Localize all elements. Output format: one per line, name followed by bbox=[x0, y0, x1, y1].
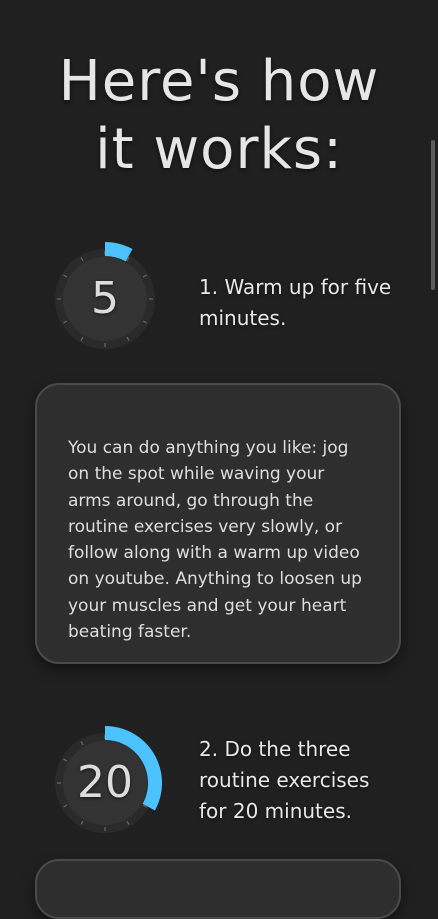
step-description-card: You can do anything you like: jog on the… bbox=[35, 383, 401, 664]
timer-dial-twenty-minutes: 20 bbox=[50, 726, 162, 838]
timer-dial-five-minutes: 5 bbox=[50, 242, 160, 354]
step-description-card bbox=[35, 859, 401, 919]
step-title: 1. Warm up for five minutes. bbox=[199, 275, 392, 330]
scrollbar-thumb[interactable] bbox=[431, 140, 435, 290]
page: Here's how it works: 5 1. Warm up for fi… bbox=[0, 0, 438, 919]
dial-number: 5 bbox=[91, 273, 119, 324]
dial-number: 20 bbox=[77, 757, 133, 808]
step-title: 2. Do the three routine exercises for 20… bbox=[199, 737, 370, 823]
step-warm-up: 5 1. Warm up for five minutes. bbox=[0, 238, 438, 358]
page-title-line-2: it works: bbox=[95, 117, 343, 182]
step-routine-exercises: 20 2. Do the three routine exercises for… bbox=[0, 722, 438, 842]
page-title-line-1: Here's how bbox=[58, 49, 380, 114]
step-description-text: You can do anything you like: jog on the… bbox=[68, 438, 362, 643]
page-title: Here's how it works: bbox=[0, 48, 438, 184]
